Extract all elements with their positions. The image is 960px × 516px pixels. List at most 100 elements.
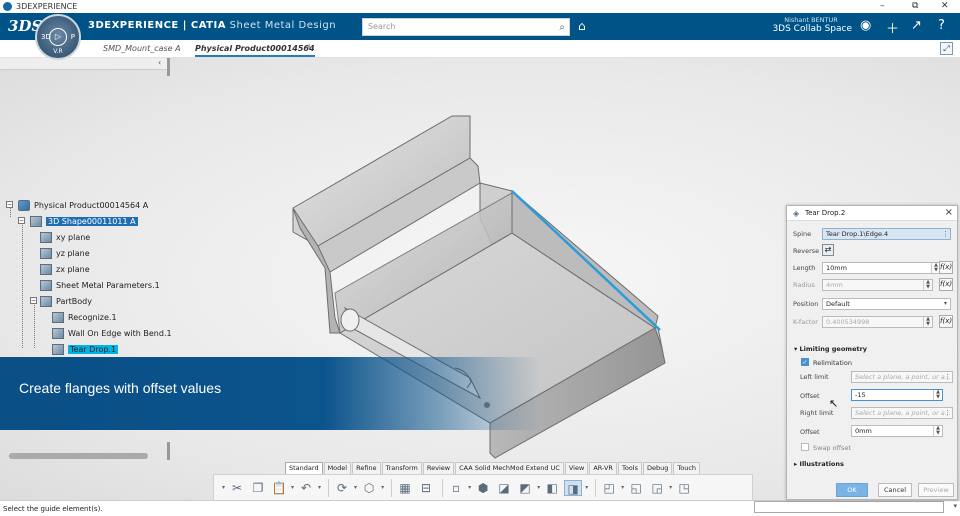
tree-item-xy-plane[interactable]: xy plane (40, 230, 90, 244)
dialog-header[interactable]: ◈ Tear Drop.2 × (787, 206, 957, 221)
restore-button[interactable]: ⧉ (912, 0, 918, 13)
update-dropdown-icon[interactable]: ▾ (354, 484, 357, 491)
offset2-field[interactable]: 0mm ▲ ▼ (851, 425, 943, 437)
tab-caa[interactable]: CAA Solid MechMod Extend UC (455, 462, 564, 474)
limiting-geometry-section[interactable]: ▾ Limiting geometry (794, 345, 867, 353)
left-limit-options-icon[interactable]: ⋮ (943, 372, 952, 382)
tear-drop-tool-icon[interactable]: ◨ (564, 479, 583, 496)
user-info[interactable]: Nishant BENTUR 3DS Collab Space (770, 16, 852, 34)
tree-item-zx-plane[interactable]: zx plane (40, 262, 90, 276)
table-icon[interactable]: ▦ (396, 480, 414, 496)
tab-review[interactable]: Review (422, 462, 455, 474)
tree-item-yz-plane[interactable]: yz plane (40, 246, 90, 260)
collab-space[interactable]: 3DS Collab Space (770, 24, 852, 34)
length-field[interactable]: 10mm ▲ ▼ (822, 262, 941, 274)
horizontal-scrollbar[interactable] (9, 453, 148, 459)
expand-icon[interactable]: ⤢ (940, 42, 953, 55)
tear-drop-dropdown-icon[interactable]: ▾ (585, 484, 588, 491)
preview-button[interactable]: Preview (918, 483, 954, 497)
radius-field[interactable]: 4mm ▲ ▼ (822, 279, 933, 291)
right-limit-options-icon[interactable]: ⋮ (943, 408, 952, 418)
box-icon[interactable]: ▫ (447, 480, 465, 496)
publish-icon[interactable]: ⬡ (360, 480, 378, 496)
ok-button[interactable]: OK (836, 483, 868, 497)
paste-dropdown-icon[interactable]: ▾ (291, 484, 294, 491)
tree-item-sheet-metal-params[interactable]: Sheet Metal Parameters.1 (40, 278, 160, 292)
search-input[interactable]: Search ⌕ (362, 18, 570, 36)
box-dropdown-icon[interactable]: ▾ (468, 484, 471, 491)
tab-standard[interactable]: Standard (285, 462, 323, 474)
tab-refine[interactable]: Refine (352, 462, 381, 474)
chevron-down-icon[interactable]: ▾ (941, 299, 950, 309)
add-icon[interactable]: ＋ (886, 18, 899, 37)
expand-root-toggle[interactable]: − (6, 201, 13, 208)
tree-item-partbody[interactable]: PartBody (40, 294, 92, 308)
position-select[interactable]: Default ▾ (822, 298, 951, 310)
kfactor-stepper[interactable]: ▲ ▼ (923, 317, 932, 327)
cutout-tool-icon[interactable]: ◰ (600, 480, 618, 496)
tab-debug[interactable]: Debug (642, 462, 673, 474)
offset2-stepper[interactable]: ▲ ▼ (933, 426, 942, 436)
dialog-close-icon[interactable]: × (945, 207, 953, 218)
tree-splitter[interactable] (167, 58, 170, 76)
tab-touch[interactable]: Touch (673, 462, 701, 474)
unfold-dropdown-icon[interactable]: ▾ (669, 484, 672, 491)
cutout-dropdown-icon[interactable]: ▾ (621, 484, 624, 491)
expand-shape-toggle[interactable]: − (18, 217, 25, 224)
radius-stepper[interactable]: ▲ ▼ (923, 280, 932, 290)
wall-tool-icon[interactable]: ◪ (495, 480, 513, 496)
left-limit-field[interactable]: Select a plane, a point, or a... ⋮ (851, 371, 953, 383)
tab-model[interactable]: Model (323, 462, 352, 474)
minimize-button[interactable]: – (880, 0, 885, 13)
search-icon[interactable]: ⌕ (559, 20, 565, 36)
paste-icon[interactable]: 📋 (270, 480, 288, 496)
toolbar-overflow-icon[interactable]: ▾ (222, 484, 225, 491)
right-limit-field[interactable]: Select a plane, a point, or a... ⋮ (851, 407, 953, 419)
stamp-tool-icon[interactable]: ◱ (627, 480, 645, 496)
illustrations-section[interactable]: ▸ Illustrations (794, 460, 844, 468)
add-tab-icon[interactable]: + (305, 42, 313, 53)
tab-ar-vr[interactable]: AR-VR (589, 462, 617, 474)
cancel-button[interactable]: Cancel (878, 483, 912, 497)
expand-partbody-toggle[interactable]: − (30, 297, 37, 304)
tree-item-tear-drop[interactable]: Tear Drop.1 (52, 342, 119, 356)
offset1-stepper[interactable]: ▲ ▼ (933, 390, 942, 400)
compass-widget[interactable]: 3D ▷ P V.R (35, 14, 81, 60)
tab-transform[interactable]: Transform (381, 462, 422, 474)
offset1-field[interactable]: -15 ▲ ▼ (851, 389, 943, 401)
command-input[interactable]: ▾ (754, 501, 957, 513)
radius-formula-icon[interactable]: f(x) (939, 278, 953, 291)
publish-dropdown-icon[interactable]: ▾ (381, 484, 384, 491)
unfold-tool-icon[interactable]: ◲ (648, 480, 666, 496)
share-icon[interactable]: ↗ (911, 18, 922, 33)
play-icon[interactable]: ▷ (49, 28, 67, 46)
cut-icon[interactable]: ✂ (228, 480, 246, 496)
tree-item-recognize[interactable]: Recognize.1 (52, 310, 117, 324)
relimitation-checkbox[interactable]: ✓ (801, 358, 809, 366)
spine-field[interactable]: Tear Drop.1\Edge.4 ⋮ (822, 228, 951, 240)
kfactor-formula-icon[interactable]: f(x) (939, 315, 953, 328)
reverse-icon[interactable]: ⇄ (822, 244, 834, 256)
tab-tools[interactable]: Tools (617, 462, 642, 474)
tree-item-3d-shape[interactable]: 3D Shape00011011 A (30, 214, 138, 228)
help-icon[interactable]: ? (938, 18, 945, 33)
tab-smd-mount-case[interactable]: SMD_Mount_case A (103, 44, 181, 53)
flat-view-icon[interactable]: ◳ (675, 480, 693, 496)
update-icon[interactable]: ⟳ (333, 480, 351, 496)
spine-options-icon[interactable]: ⋮ (941, 229, 950, 239)
tab-physical-product[interactable]: Physical Product00014564 (195, 44, 315, 57)
copy-icon[interactable]: ❐ (249, 480, 267, 496)
swap-offset-checkbox[interactable] (801, 443, 809, 451)
recognize-tool-icon[interactable]: ⬢ (474, 480, 492, 496)
close-button[interactable]: ✕ (941, 0, 949, 13)
tree-item-wall-on-edge[interactable]: Wall On Edge with Bend.1 (52, 326, 172, 340)
command-dropdown-icon[interactable]: ▾ (953, 502, 957, 510)
undo-icon[interactable]: ↶ (297, 480, 315, 496)
tree-splitter-bottom[interactable] (167, 442, 170, 460)
length-formula-icon[interactable]: f(x) (939, 261, 953, 274)
measure-icon[interactable]: ⊟ (417, 480, 435, 496)
hem-tool-icon[interactable]: ◧ (543, 480, 561, 496)
undo-dropdown-icon[interactable]: ▾ (318, 484, 321, 491)
collapse-tree-icon[interactable]: ‹ (158, 58, 161, 67)
kfactor-field[interactable]: 0.400534998 ▲ ▼ (822, 316, 933, 328)
